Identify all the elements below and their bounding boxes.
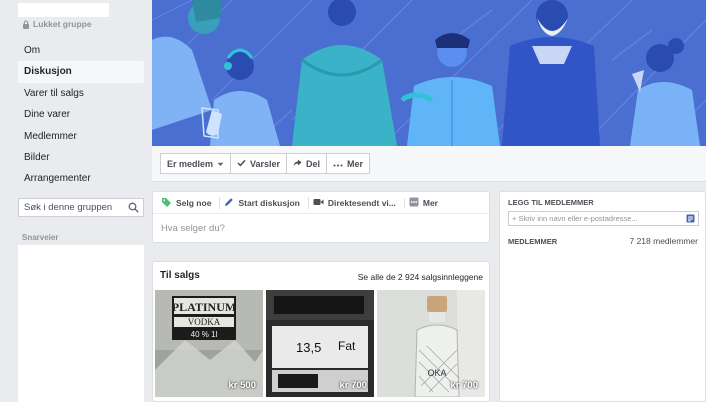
composer-text-input[interactable]: Hva selger du? [153, 214, 489, 243]
sidebar-item-about[interactable]: Om [18, 40, 144, 61]
tab-sell-something[interactable]: Selg noe [161, 196, 221, 209]
more-button[interactable]: Mer [327, 153, 371, 174]
see-all-sales-link[interactable]: Se alle de 2 924 salgsinnleggene [358, 272, 483, 282]
tab-more[interactable]: Mer [409, 197, 446, 209]
group-name-placeholder [18, 3, 109, 17]
sidebar-item-photos[interactable]: Bilder [18, 147, 144, 168]
contacts-icon[interactable] [686, 214, 695, 223]
chevron-down-icon [217, 159, 224, 169]
notifications-button[interactable]: Varsler [231, 153, 288, 174]
group-search-box [18, 198, 144, 217]
composer-tabs: Selg noe Start diskusjon Direktesendt vi… [153, 192, 489, 214]
sidebar-nav: Om Diskusjon Varer til salgs Dine varer … [18, 40, 144, 190]
tab-live-video[interactable]: Direktesendt vi... [313, 197, 405, 208]
lock-icon [22, 20, 30, 29]
add-members-input[interactable] [512, 214, 674, 223]
share-more-buttons: Del Mer [286, 153, 371, 174]
group-privacy-status: Lukket gruppe [22, 19, 92, 29]
more-dots-icon [333, 159, 343, 169]
bottle-label-subtext: VODKA [188, 317, 221, 327]
notifications-label: Varsler [250, 158, 281, 169]
sidebar-item-for-sale[interactable]: Varer til salgs [18, 83, 144, 104]
product-price: kr 700 [450, 380, 478, 391]
member-button[interactable]: Er medlem [160, 153, 232, 174]
price-tag-subtext: Fat [338, 339, 356, 353]
product-card[interactable]: 13,5 Fat kr 700 [266, 290, 374, 397]
add-members-field [508, 211, 699, 226]
more-grid-icon [409, 197, 419, 209]
group-action-bar: Er medlem Varsler Del Mer [152, 146, 706, 182]
tab-live-label: Direktesendt vi... [327, 197, 396, 208]
members-panel: LEGG TIL MEDLEMMER MEDLEMMER 7 218 medle… [499, 191, 706, 402]
share-label: Del [306, 158, 321, 169]
group-privacy-label: Lukket gruppe [33, 19, 92, 29]
video-camera-icon [313, 198, 324, 208]
sidebar-item-your-items[interactable]: Dine varer [18, 104, 144, 125]
bottle-text: OKA [427, 368, 446, 378]
for-sale-section: Til salgs Se alle de 2 924 salgsinnlegge… [152, 261, 490, 402]
sidebar-item-members[interactable]: Medlemmer [18, 126, 144, 147]
tab-sell-label: Selg noe [176, 197, 212, 208]
checkmark-icon [237, 159, 246, 169]
product-price: kr 700 [339, 380, 367, 391]
more-label: Mer [347, 158, 364, 169]
share-arrow-icon [293, 159, 302, 169]
search-icon[interactable] [128, 202, 139, 213]
group-cover-photo[interactable] [152, 0, 706, 146]
shortcuts-heading: Snarveier [22, 233, 59, 242]
add-members-heading: LEGG TIL MEDLEMMER [508, 198, 594, 207]
sidebar-item-events[interactable]: Arrangementer [18, 168, 144, 189]
for-sale-title: Til salgs [160, 270, 200, 281]
product-card[interactable]: PLATINUM VODKA 40 % 1l kr 500 [155, 290, 263, 397]
tag-icon [161, 197, 172, 209]
membership-buttons: Er medlem Varsler [160, 153, 288, 174]
price-tag-text: 13,5 [296, 340, 321, 355]
pencil-icon [224, 197, 234, 209]
post-composer: Selg noe Start diskusjon Direktesendt vi… [152, 191, 490, 243]
bottle-label-detail: 40 % 1l [191, 330, 218, 339]
sidebar-item-discussion[interactable]: Diskusjon [18, 61, 144, 83]
shortcuts-panel [18, 245, 144, 402]
group-search-input[interactable] [24, 202, 124, 213]
bottle-label-text: PLATINUM [172, 300, 236, 314]
members-heading: MEDLEMMER [508, 237, 558, 246]
share-button[interactable]: Del [286, 153, 328, 174]
member-label: Er medlem [167, 158, 214, 169]
product-price: kr 500 [228, 380, 256, 391]
tab-more-label: Mer [422, 197, 438, 208]
product-card[interactable]: OKA kr 700 [377, 290, 485, 397]
tab-start-discussion[interactable]: Start diskusjon [224, 196, 309, 209]
members-count[interactable]: 7 218 medlemmer [629, 236, 698, 246]
tab-discussion-label: Start diskusjon [238, 197, 300, 208]
